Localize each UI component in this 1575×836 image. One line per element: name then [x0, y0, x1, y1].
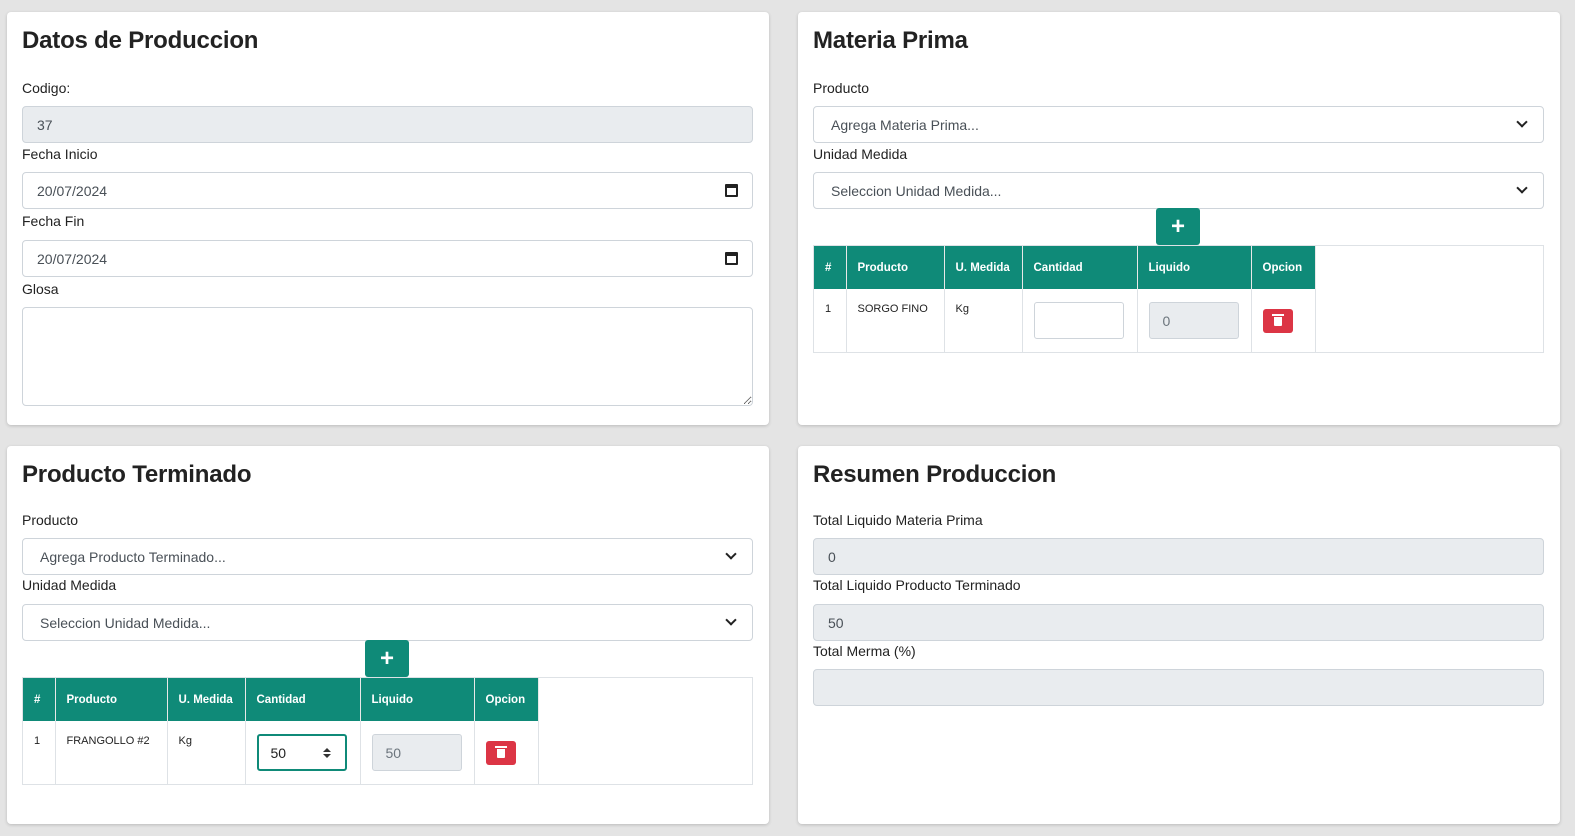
merma-label: Total Merma (%): [813, 643, 916, 659]
row-unidad: Kg: [167, 721, 246, 784]
row-liquido-cell: 50: [360, 721, 475, 784]
row-producto: FRANGOLLO #2: [55, 721, 168, 784]
mp-unidad-label: Unidad Medida: [813, 146, 908, 162]
mp-table-header: # Producto U. Medida Cantidad Liquido Op…: [814, 246, 1316, 289]
plus-icon: +: [379, 644, 394, 672]
cantidad-input[interactable]: [1033, 302, 1124, 339]
cantidad-value: 50: [270, 744, 287, 761]
pt-producto-selected: Agrega Producto Terminado...: [40, 548, 226, 565]
producto-terminado-title: Producto Terminado: [22, 461, 252, 488]
delete-button[interactable]: [485, 740, 516, 765]
resumen-title: Resumen Produccion: [813, 461, 1057, 488]
datos-title: Datos de Produccion: [22, 27, 259, 54]
pt-add-button[interactable]: +: [365, 640, 409, 677]
pt-unidad-label: Unidad Medida: [22, 577, 117, 593]
materia-prima-title: Materia Prima: [813, 27, 968, 54]
spinner-arrows-icon[interactable]: [322, 747, 331, 758]
row-opcion-cell: [474, 721, 539, 784]
mp-table: # Producto U. Medida Cantidad Liquido Op…: [813, 245, 1544, 353]
trash-icon: [1271, 314, 1284, 326]
col-num: #: [814, 246, 847, 289]
chevron-down-icon: [1516, 182, 1528, 194]
trash-icon: [494, 746, 507, 758]
glosa-label: Glosa: [22, 281, 59, 297]
fecha-inicio-label: Fecha Inicio: [22, 146, 98, 162]
pt-table-header: # Producto U. Medida Cantidad Liquido Op…: [23, 678, 539, 721]
liquido-field: 0: [1148, 302, 1239, 339]
pt-producto-select[interactable]: Agrega Producto Terminado...: [22, 538, 753, 575]
row-liquido-cell: 0: [1137, 289, 1252, 352]
total-mp-field: 0: [813, 538, 1544, 575]
row-opcion-cell: [1251, 289, 1316, 352]
row-cantidad-cell: [1022, 289, 1138, 352]
col-opcion: Opcion: [474, 678, 539, 721]
delete-button[interactable]: [1262, 308, 1293, 333]
fecha-fin-input[interactable]: 20/07/2024: [22, 240, 753, 277]
table-row: 1 SORGO FINO Kg 0: [814, 289, 1316, 352]
merma-field: [813, 669, 1544, 706]
table-row: 1 FRANGOLLO #2 Kg 50 50: [23, 721, 539, 784]
total-pt-label: Total Liquido Producto Terminado: [813, 577, 1021, 593]
total-mp-label: Total Liquido Materia Prima: [813, 512, 983, 528]
chevron-down-icon: [725, 614, 737, 626]
col-opcion: Opcion: [1251, 246, 1316, 289]
liquido-field: 50: [371, 734, 462, 771]
col-producto: Producto: [55, 678, 168, 721]
codigo-value: 37: [37, 116, 53, 133]
col-unidad: U. Medida: [944, 246, 1023, 289]
mp-producto-label: Producto: [813, 80, 870, 96]
chevron-down-icon: [725, 548, 737, 560]
pt-unidad-selected: Seleccion Unidad Medida...: [40, 614, 211, 631]
resumen-produccion-card: Resumen Produccion Total Liquido Materia…: [798, 446, 1560, 824]
col-cantidad: Cantidad: [245, 678, 361, 721]
calendar-icon[interactable]: [725, 184, 738, 197]
col-cantidad: Cantidad: [1022, 246, 1138, 289]
mp-add-button[interactable]: +: [1156, 208, 1200, 245]
cantidad-input[interactable]: 50: [256, 734, 347, 771]
mp-unidad-select[interactable]: Seleccion Unidad Medida...: [813, 172, 1544, 209]
fecha-inicio-input[interactable]: 20/07/2024: [22, 172, 753, 209]
total-mp-value: 0: [828, 548, 836, 565]
calendar-icon[interactable]: [725, 252, 738, 265]
pt-table: # Producto U. Medida Cantidad Liquido Op…: [22, 677, 753, 785]
mp-producto-select[interactable]: Agrega Materia Prima...: [813, 106, 1544, 143]
col-num: #: [23, 678, 56, 721]
fecha-fin-label: Fecha Fin: [22, 213, 85, 229]
pt-producto-label: Producto: [22, 512, 79, 528]
row-num: 1: [814, 289, 847, 352]
total-pt-field: 50: [813, 604, 1544, 641]
fecha-fin-value: 20/07/2024: [37, 250, 108, 267]
row-unidad: Kg: [944, 289, 1023, 352]
materia-prima-card: Materia Prima Producto Agrega Materia Pr…: [798, 12, 1560, 425]
row-num: 1: [23, 721, 56, 784]
col-producto: Producto: [846, 246, 945, 289]
col-liquido: Liquido: [360, 678, 475, 721]
row-producto: SORGO FINO: [846, 289, 945, 352]
chevron-down-icon: [1516, 116, 1528, 128]
pt-unidad-select[interactable]: Seleccion Unidad Medida...: [22, 604, 753, 641]
row-cantidad-cell: 50: [245, 721, 361, 784]
col-liquido: Liquido: [1137, 246, 1252, 289]
col-unidad: U. Medida: [167, 678, 246, 721]
producto-terminado-card: Producto Terminado Producto Agrega Produ…: [7, 446, 769, 824]
glosa-textarea[interactable]: [22, 307, 753, 406]
codigo-field: 37: [22, 106, 753, 143]
mp-producto-selected: Agrega Materia Prima...: [831, 116, 979, 133]
plus-icon: +: [1170, 212, 1185, 240]
total-pt-value: 50: [828, 614, 844, 631]
mp-unidad-selected: Seleccion Unidad Medida...: [831, 182, 1002, 199]
fecha-inicio-value: 20/07/2024: [37, 182, 108, 199]
datos-produccion-card: Datos de Produccion Codigo: 37 Fecha Ini…: [7, 12, 769, 425]
codigo-label: Codigo:: [22, 80, 71, 96]
